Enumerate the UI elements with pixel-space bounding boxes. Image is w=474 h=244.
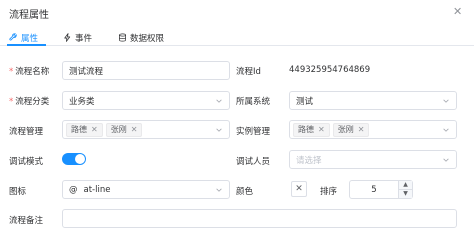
debuggers-placeholder: 请选择 — [296, 155, 322, 166]
lightning-icon — [64, 33, 71, 42]
system-value: 测试 — [296, 96, 314, 107]
instance-managers-select[interactable]: 路德 ✕ 张刚 ✕ — [289, 120, 457, 139]
process-name-input[interactable]: 测试流程 — [62, 61, 230, 80]
toggle-knob — [75, 154, 85, 164]
order-value: 5 — [371, 184, 377, 195]
remark-input[interactable] — [62, 209, 457, 228]
process-category-value: 业务类 — [69, 96, 95, 107]
debuggers-label: 调试人员 — [236, 157, 271, 167]
panel-title: 流程属性 — [9, 10, 49, 21]
stepper-controls: ▲ ▼ — [398, 181, 412, 198]
icon-label: 图标 — [9, 187, 27, 197]
order-label: 排序 — [320, 187, 338, 197]
tag-close-icon[interactable]: ✕ — [318, 125, 325, 134]
process-category-select[interactable]: 业务类 — [62, 91, 230, 110]
tab-label: 属性 — [21, 33, 39, 44]
decrement-button[interactable]: ▼ — [399, 190, 412, 199]
system-label: 所属系统 — [236, 97, 271, 107]
icon-select[interactable]: @ at-line — [62, 180, 230, 199]
process-managers-label: 流程管理 — [9, 127, 44, 137]
manager-tag: 张刚 ✕ — [332, 122, 370, 137]
active-tab-indicator — [7, 44, 46, 46]
tag-close-icon[interactable]: ✕ — [358, 125, 365, 134]
tab-label: 事件 — [75, 33, 93, 44]
increment-button[interactable]: ▲ — [399, 181, 412, 190]
tag-close-icon[interactable]: ✕ — [91, 125, 98, 134]
chevron-down-icon — [443, 158, 449, 162]
manager-tag: 张刚 ✕ — [105, 122, 143, 137]
system-select[interactable]: 测试 — [289, 91, 457, 110]
chevron-down-icon — [216, 188, 222, 192]
chevron-down-icon — [443, 128, 449, 132]
debug-mode-toggle[interactable] — [62, 153, 86, 165]
process-category-label: * 流程分类 — [9, 97, 50, 107]
chevron-down-icon — [216, 128, 222, 132]
close-icon: ✕ — [295, 184, 303, 194]
instance-managers-label: 实例管理 — [236, 127, 271, 137]
at-icon: @ — [69, 184, 78, 195]
debug-mode-label: 调试模式 — [9, 157, 44, 167]
order-stepper[interactable]: 5 ▲ ▼ — [349, 180, 413, 199]
process-managers-select[interactable]: 路德 ✕ 张刚 ✕ — [62, 120, 230, 139]
remark-label: 流程备注 — [9, 216, 44, 226]
tab-label: 数据权限 — [130, 33, 165, 44]
chevron-down-icon — [216, 99, 222, 103]
tab-bar: 属性 事件 数据权限 — [0, 26, 474, 46]
tag-close-icon[interactable]: ✕ — [131, 125, 138, 134]
process-name-label: * 流程名称 — [9, 67, 50, 77]
database-icon — [119, 33, 126, 42]
debuggers-select[interactable]: 请选择 — [289, 150, 457, 169]
process-id-value: 449325954764869 — [289, 65, 371, 75]
process-id-label: 流程Id — [236, 67, 261, 77]
close-icon[interactable]: ✕ — [453, 5, 462, 18]
tab-data-permissions[interactable]: 数据权限 — [118, 29, 164, 46]
chevron-down-icon — [443, 99, 449, 103]
color-picker[interactable]: ✕ — [291, 181, 307, 197]
manager-tag: 路德 ✕ — [66, 122, 103, 137]
color-label: 颜色 — [236, 187, 254, 197]
wrench-icon — [9, 33, 17, 41]
tab-events[interactable]: 事件 — [63, 29, 92, 46]
process-name-value: 测试流程 — [69, 66, 104, 77]
icon-value: at-line — [83, 184, 111, 195]
manager-tag: 路德 ✕ — [293, 122, 330, 137]
